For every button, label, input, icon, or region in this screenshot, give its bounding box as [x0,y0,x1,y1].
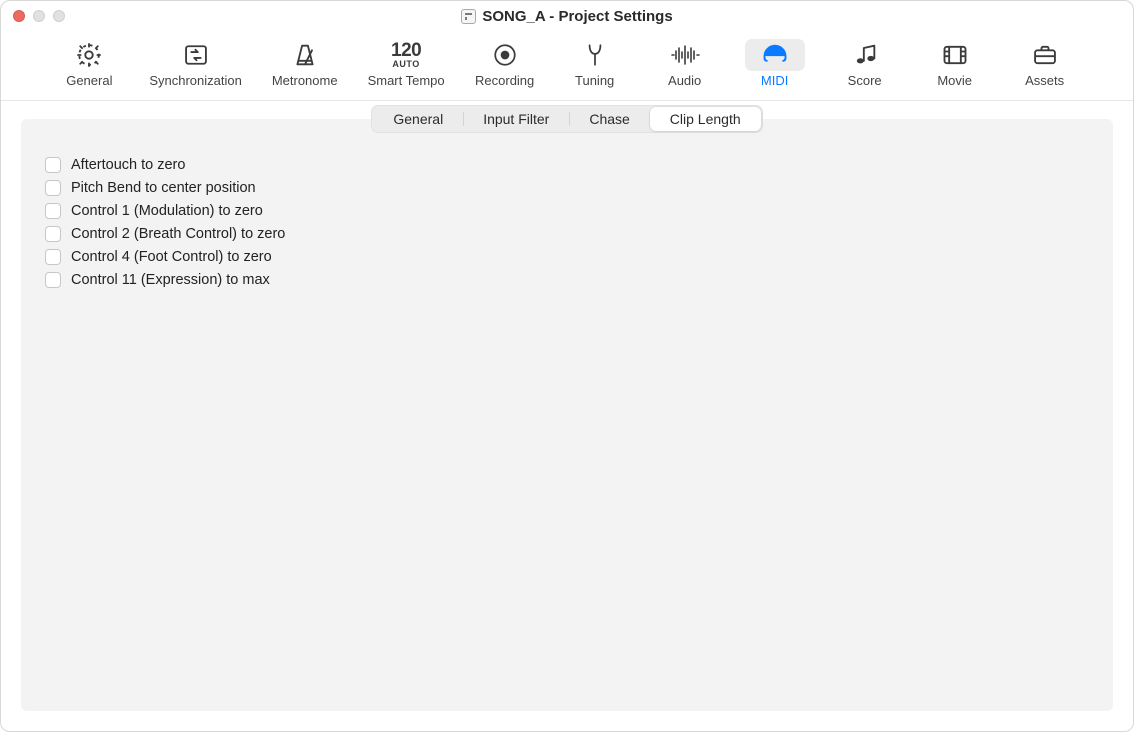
clip-length-options: Aftertouch to zero Pitch Bend to center … [31,135,1103,288]
minimize-button[interactable] [33,10,45,22]
tuning-fork-icon [565,39,625,71]
window-title: SONG_A - Project Settings [482,8,672,25]
subtab-label: General [393,111,443,127]
toolbar-item-movie[interactable]: Movie [919,37,991,90]
option-label: Pitch Bend to center position [71,180,256,196]
checkbox-cc1[interactable] [45,203,61,219]
toolbar-item-metronome[interactable]: Metronome [266,37,344,90]
toolbar-label: Smart Tempo [368,73,445,88]
smart-tempo-icon: 120 AUTO [376,39,436,71]
checkbox-cc2[interactable] [45,226,61,242]
toolbar-item-smart-tempo[interactable]: 120 AUTO Smart Tempo [362,37,451,90]
subtab-input-filter[interactable]: Input Filter [463,107,569,131]
content-area: General Input Filter Chase Clip Length [1,101,1133,731]
movie-icon [925,39,985,71]
titlebar: SONG_A - Project Settings [1,1,1133,31]
toolbar-label: Tuning [575,73,614,88]
record-icon [475,39,535,71]
toolbar-item-assets[interactable]: Assets [1009,37,1081,90]
option-row-cc1: Control 1 (Modulation) to zero [45,203,1089,219]
checkbox-pitch-bend[interactable] [45,180,61,196]
window-controls [13,10,65,22]
option-label: Control 1 (Modulation) to zero [71,203,263,219]
toolbar-item-synchronization[interactable]: Synchronization [143,37,248,90]
metronome-icon [275,39,335,71]
option-row-cc2: Control 2 (Breath Control) to zero [45,226,1089,242]
close-button[interactable] [13,10,25,22]
briefcase-icon [1015,39,1075,71]
toolbar-label: General [66,73,112,88]
toolbar-item-midi[interactable]: MIDI [739,37,811,90]
toolbar-item-audio[interactable]: Audio [649,37,721,90]
toolbar: General Synchronization Metronome 120 AU… [1,31,1133,101]
checkbox-cc4[interactable] [45,249,61,265]
subtab-label: Input Filter [483,111,549,127]
subtab-bar: General Input Filter Chase Clip Length [371,105,762,133]
toolbar-label: Metronome [272,73,338,88]
option-label: Aftertouch to zero [71,157,185,173]
option-row-pitch-bend: Pitch Bend to center position [45,180,1089,196]
subtab-general[interactable]: General [373,107,463,131]
sync-icon [166,39,226,71]
checkbox-cc11[interactable] [45,272,61,288]
toolbar-item-general[interactable]: General [53,37,125,90]
toolbar-label: MIDI [761,73,788,88]
toolbar-label: Audio [668,73,701,88]
project-icon [461,9,476,24]
toolbar-label: Movie [937,73,972,88]
option-row-aftertouch: Aftertouch to zero [45,157,1089,173]
toolbar-item-score[interactable]: Score [829,37,901,90]
zoom-button[interactable] [53,10,65,22]
subtab-chase[interactable]: Chase [569,107,649,131]
settings-panel: General Input Filter Chase Clip Length [21,119,1113,711]
option-label: Control 11 (Expression) to max [71,272,270,288]
tempo-auto-label: AUTO [391,60,421,68]
score-icon [835,39,895,71]
toolbar-label: Score [848,73,882,88]
checkbox-aftertouch[interactable] [45,157,61,173]
project-settings-window: SONG_A - Project Settings General Synchr… [0,0,1134,732]
toolbar-label: Assets [1025,73,1064,88]
option-row-cc4: Control 4 (Foot Control) to zero [45,249,1089,265]
toolbar-item-tuning[interactable]: Tuning [559,37,631,90]
option-row-cc11: Control 11 (Expression) to max [45,272,1089,288]
waveform-icon [655,39,715,71]
subtab-clip-length[interactable]: Clip Length [650,107,761,131]
tempo-value: 120 [391,42,421,59]
subtab-label: Chase [589,111,629,127]
toolbar-label: Recording [475,73,534,88]
option-label: Control 4 (Foot Control) to zero [71,249,272,265]
option-label: Control 2 (Breath Control) to zero [71,226,285,242]
toolbar-label: Synchronization [149,73,242,88]
midi-icon [745,39,805,71]
subtab-label: Clip Length [670,111,741,127]
toolbar-item-recording[interactable]: Recording [469,37,541,90]
gear-icon [59,39,119,71]
